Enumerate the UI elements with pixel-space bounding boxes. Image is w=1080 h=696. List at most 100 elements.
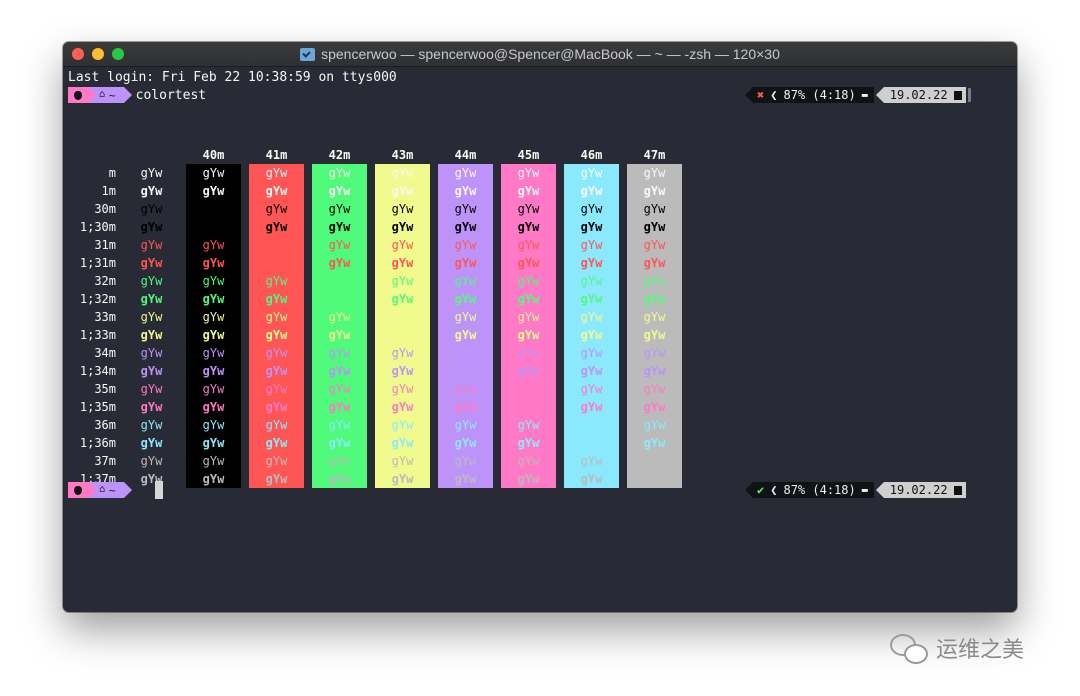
color-sample: gYw <box>643 436 666 450</box>
terminal-content[interactable]: Last login: Fri Feb 22 10:38:59 on ttys0… <box>63 67 1017 612</box>
color-sample: gYw <box>391 382 414 396</box>
color-sample: gYw <box>391 472 414 486</box>
color-sample: gYw <box>140 256 163 270</box>
color-sample: gYw <box>580 184 603 198</box>
color-sample: gYw <box>202 274 225 288</box>
color-sample: gYw <box>517 292 540 306</box>
color-sample: gYw <box>454 310 477 324</box>
color-sample: gYw <box>265 400 288 414</box>
battery-icon: ▬ <box>861 484 868 496</box>
color-sample: gYw <box>454 292 477 306</box>
column-header-40m: 40m <box>202 148 225 162</box>
color-sample: gYw <box>643 220 666 234</box>
color-sample: gYw <box>454 184 477 198</box>
color-sample: gYw <box>328 202 351 216</box>
color-sample: gYw <box>643 400 666 414</box>
column-header-41m: 41m <box>265 148 288 162</box>
color-sample: gYw <box>328 418 351 432</box>
color-sample: gYw <box>265 166 288 180</box>
color-sample: gYw <box>580 166 603 180</box>
wechat-icon <box>890 632 928 664</box>
color-sample: gYw <box>202 418 225 432</box>
color-sample: gYw <box>517 382 540 396</box>
color-sample: gYw <box>454 202 477 216</box>
color-sample: gYw <box>391 202 414 216</box>
color-sample: gYw <box>391 418 414 432</box>
color-sample: gYw <box>454 436 477 450</box>
text-cursor[interactable] <box>155 481 163 499</box>
column-header-47m: 47m <box>643 148 666 162</box>
color-sample: gYw <box>202 202 225 216</box>
color-sample: gYw <box>643 238 666 252</box>
home-icon: ⌂ <box>99 484 106 495</box>
color-sample: gYw <box>265 238 288 252</box>
title-bar[interactable]: spencerwoo — spencerwoo@Spencer@MacBook … <box>63 42 1017 67</box>
color-sample: gYw <box>391 436 414 450</box>
color-sample: gYw <box>202 472 225 486</box>
color-sample: gYw <box>328 166 351 180</box>
color-sample: gYw <box>391 292 414 306</box>
color-sample: gYw <box>391 166 414 180</box>
color-sample: gYw <box>265 256 288 270</box>
color-sample: gYw <box>391 454 414 468</box>
row-label: 1;34m <box>79 364 116 378</box>
row-label: 31m <box>94 238 116 252</box>
color-sample: gYw <box>454 472 477 486</box>
color-sample: gYw <box>265 364 288 378</box>
date-segment: 19.02.22 <box>875 482 966 498</box>
color-sample: gYw <box>517 238 540 252</box>
color-sample: gYw <box>517 274 540 288</box>
color-sample: gYw <box>643 310 666 324</box>
color-sample: gYw <box>580 400 603 414</box>
color-sample: gYw <box>202 382 225 396</box>
color-sample: gYw <box>643 454 666 468</box>
terminal-window: spencerwoo — spencerwoo@Spencer@MacBook … <box>63 42 1017 612</box>
color-sample: gYw <box>140 274 163 288</box>
color-sample: gYw <box>580 346 603 360</box>
color-sample: gYw <box>202 256 225 270</box>
color-sample: gYw <box>643 274 666 288</box>
color-sample: gYw <box>517 328 540 342</box>
color-sample: gYw <box>265 472 288 486</box>
color-sample: gYw <box>140 166 163 180</box>
row-label: 1m <box>101 184 116 198</box>
color-sample: gYw <box>643 328 666 342</box>
color-sample: gYw <box>454 454 477 468</box>
color-sample: gYw <box>391 256 414 270</box>
row-label: 1;33m <box>79 328 116 342</box>
color-sample: gYw <box>643 364 666 378</box>
color-sample: gYw <box>454 382 477 396</box>
color-sample: gYw <box>140 346 163 360</box>
color-sample: gYw <box>140 454 163 468</box>
color-sample: gYw <box>328 184 351 198</box>
color-sample: gYw <box>391 328 414 342</box>
color-sample: gYw <box>265 454 288 468</box>
color-sample: gYw <box>391 220 414 234</box>
color-sample: gYw <box>643 382 666 396</box>
color-sample: gYw <box>328 256 351 270</box>
color-sample: gYw <box>328 436 351 450</box>
color-sample: gYw <box>580 292 603 306</box>
color-sample: gYw <box>140 184 163 198</box>
row-label: m <box>108 166 116 180</box>
color-sample: gYw <box>517 472 540 486</box>
apple-icon <box>74 485 82 495</box>
color-sample: gYw <box>202 364 225 378</box>
color-sample: gYw <box>328 346 351 360</box>
row-label: 30m <box>94 202 116 216</box>
color-sample: gYw <box>202 292 225 306</box>
color-sample: gYw <box>517 166 540 180</box>
prompt-os-segment <box>68 482 89 498</box>
column-header-42m: 42m <box>328 148 351 162</box>
color-sample: gYw <box>202 238 225 252</box>
row-label: 1;32m <box>79 292 116 306</box>
color-sample: gYw <box>580 256 603 270</box>
row-label: 1;35m <box>79 400 116 414</box>
color-sample: gYw <box>328 220 351 234</box>
color-sample: gYw <box>580 382 603 396</box>
color-sample: gYw <box>643 418 666 432</box>
color-sample: gYw <box>202 346 225 360</box>
column-header-43m: 43m <box>391 148 414 162</box>
color-sample: gYw <box>517 346 540 360</box>
color-sample: gYw <box>580 238 603 252</box>
